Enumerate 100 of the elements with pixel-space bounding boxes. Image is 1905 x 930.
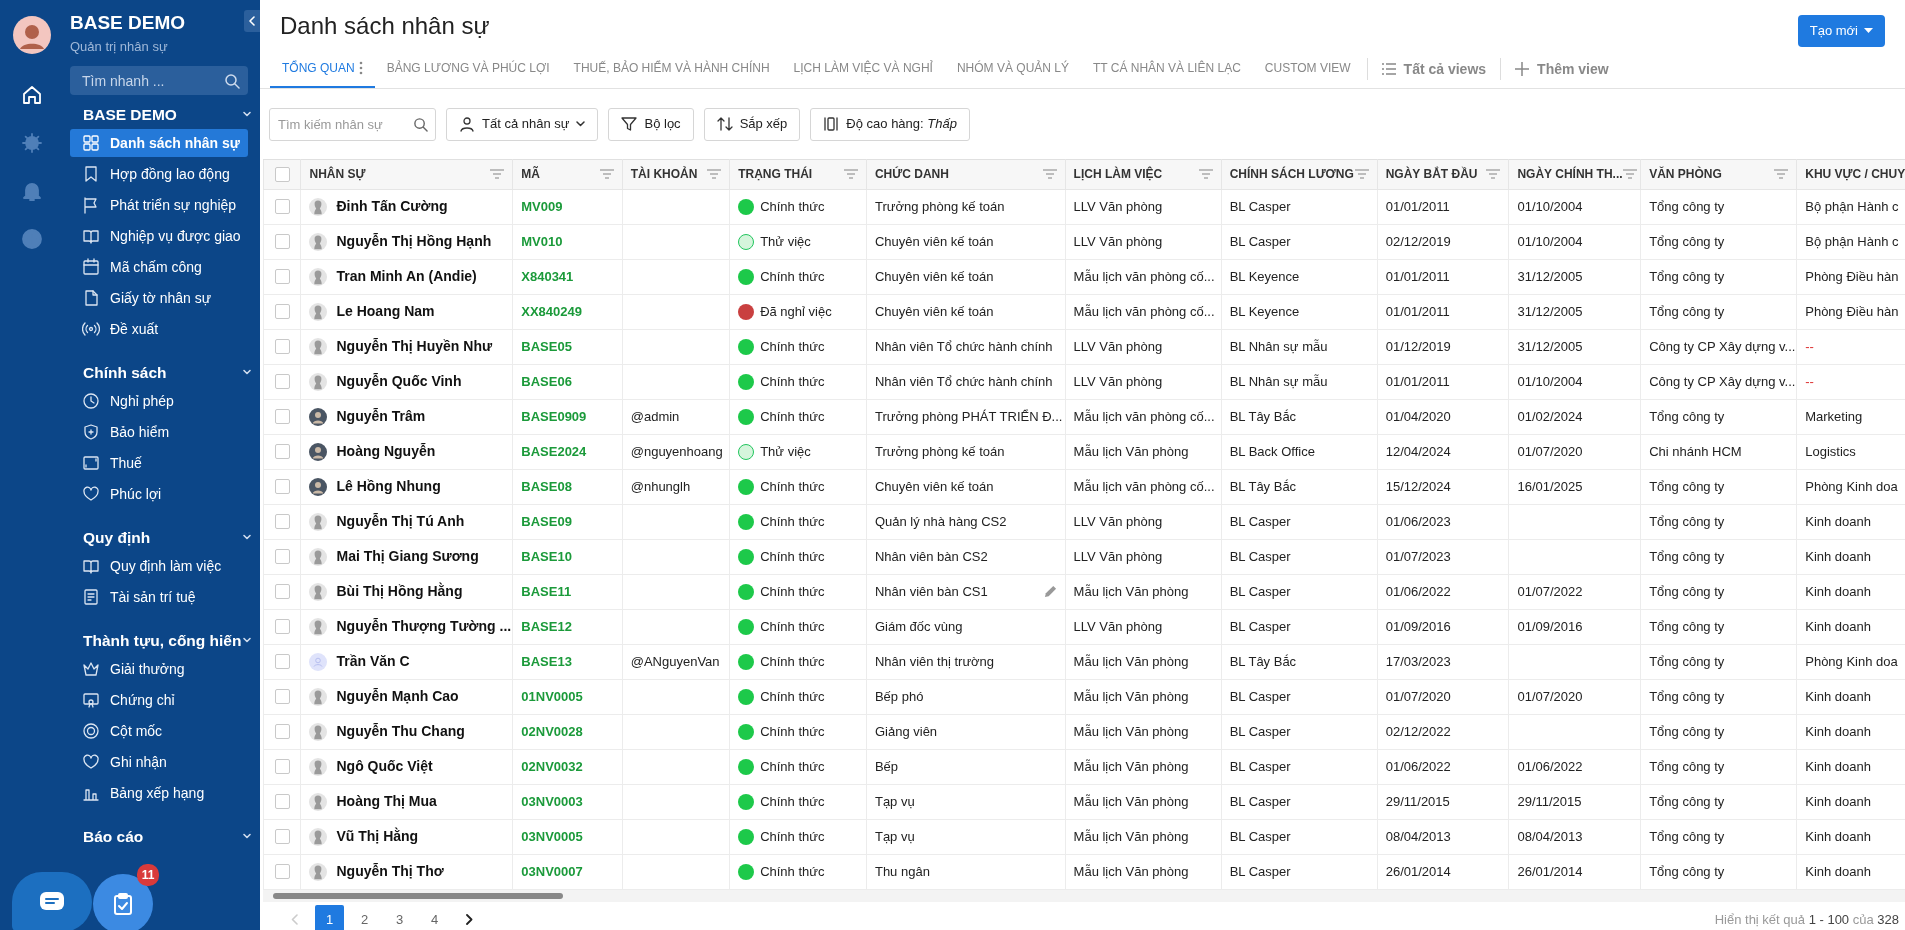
page-button[interactable]: 3 [385,905,414,930]
row-checkbox[interactable] [274,514,290,529]
sidebar-item[interactable]: Đề xuất [70,315,248,344]
row-checkbox[interactable] [274,479,290,494]
sidebar-section-header[interactable]: Quy định [70,522,260,553]
sidebar-section-header[interactable]: BASE DEMO [70,99,260,130]
edit-pencil-icon[interactable] [1043,585,1057,598]
row-checkbox[interactable] [274,374,290,389]
filter-lines-icon[interactable] [1354,169,1369,179]
tab[interactable]: THUẾ, BẢO HIỂM VÀ HÀNH CHÍNH [561,50,782,88]
filter-lines-icon[interactable] [843,169,858,179]
sidebar-item[interactable]: Chứng chỉ [70,686,248,715]
page-button[interactable]: 4 [420,905,449,930]
filter-button[interactable]: Bộ lọc [608,107,694,141]
salary-policy: BL Casper [1229,688,1291,704]
row-checkbox[interactable] [274,234,290,249]
sidebar-item[interactable]: Mã chấm công [70,253,248,282]
collapse-button[interactable] [244,10,260,32]
salary-policy: BL Casper [1229,758,1291,774]
row-checkbox[interactable] [274,759,290,774]
employee-code: BASE06 [521,373,572,389]
row-checkbox[interactable] [274,724,290,739]
sidebar-item[interactable]: Hợp đồng lao động [70,160,248,189]
sidebar-item[interactable]: Quy định làm việc [70,552,248,581]
sidebar-item[interactable]: Nghiệp vụ được giao [70,222,248,251]
all-views-link[interactable]: Tất cả views [1371,58,1497,80]
sidebar-item[interactable]: Cột mốc [70,717,248,746]
row-checkbox[interactable] [274,689,290,704]
filter-lines-icon[interactable] [599,169,614,179]
row-checkbox[interactable] [274,199,290,214]
quick-search-field[interactable]: Tìm nhanh ... [70,66,248,96]
sort-button[interactable]: Sắp xếp [703,107,801,141]
row-checkbox[interactable] [274,794,290,809]
page-title: Danh sách nhân sự [280,12,490,41]
work-schedule: Mẫu lịch văn phòng cố... [1073,303,1215,319]
create-button[interactable]: Tạo mới [1797,15,1885,47]
row-checkbox[interactable] [274,409,290,424]
job-title: Chuyên viên kế toán [874,302,994,321]
filter-lines-icon[interactable] [490,169,505,179]
avatar-icon [12,16,51,54]
page-button[interactable]: 2 [350,905,379,930]
row-checkbox[interactable] [274,654,290,669]
tab[interactable]: CUSTOM VIEW [1252,50,1363,88]
status-text: Chính thức [760,267,825,286]
bell-icon[interactable] [20,180,43,202]
official-date: 31/12/2005 [1517,268,1583,284]
filter-lines-icon[interactable] [1486,169,1501,179]
sidebar-section-header[interactable]: Báo cáo [70,821,260,852]
sidebar-item[interactable]: Thuế [70,449,248,478]
row-checkbox[interactable] [274,549,290,564]
row-checkbox[interactable] [274,304,290,319]
sidebar-item[interactable]: Phúc lợi [70,480,248,509]
page-button[interactable]: 1 [315,905,344,930]
tab[interactable]: BẢNG LƯƠNG VÀ PHÚC LỢI [374,50,562,88]
job-title: Bếp phó [874,687,924,706]
sidebar-item[interactable]: Giải thưởng [70,655,248,684]
chat-button[interactable] [12,872,92,930]
filter-lines-icon[interactable] [1042,169,1057,179]
sidebar-section-header[interactable]: Chính sách [70,357,260,388]
select-all-checkbox[interactable] [274,166,290,182]
sidebar-item[interactable]: Bảng xếp hạng [70,779,248,808]
sidebar-item[interactable]: Danh sách nhân sự [70,129,248,158]
home-icon[interactable] [20,84,43,106]
start-date: 01/01/2011 [1385,373,1450,389]
employee-search-field[interactable]: Tìm kiếm nhân sự [269,107,436,141]
tab[interactable]: LỊCH LÀM VIỆC VÀ NGHỈ [781,50,945,88]
add-view-link[interactable]: Thêm view [1505,58,1619,80]
employee-code: 02NV0028 [521,723,583,739]
tab[interactable]: TT CÁ NHÂN VÀ LIÊN LẠC [1081,50,1253,88]
employee-name: Nguyễn Thu Chang [336,722,465,741]
row-checkbox[interactable] [274,269,290,284]
row-checkbox[interactable] [274,444,290,459]
sidebar-item[interactable]: Phát triển sự nghiệp [70,191,248,220]
tab[interactable]: TỔNG QUAN [270,50,375,88]
chat-icon [39,891,65,913]
row-checkbox[interactable] [274,864,290,879]
area-name: Logistics [1805,443,1856,459]
employee-scope-dropdown[interactable]: Tất cả nhân sự [446,107,599,141]
sidebar-item[interactable]: Bảo hiểm [70,418,248,447]
sidebar-item[interactable]: Nghỉ phép [70,387,248,416]
tab[interactable]: NHÓM VÀ QUẢN LÝ [944,50,1081,88]
official-date: 16/01/2025 [1517,478,1583,494]
row-height-button[interactable]: Độ cao hàng: Thấp [810,107,970,141]
filter-lines-icon[interactable] [1774,169,1789,179]
row-checkbox[interactable] [274,584,290,599]
start-date: 01/01/2011 [1385,303,1450,319]
row-checkbox[interactable] [274,339,290,354]
work-schedule: Mẫu lịch Văn phòng [1073,653,1189,669]
office-name: Tổng công ty [1649,653,1725,669]
row-checkbox[interactable] [274,829,290,844]
filter-lines-icon[interactable] [707,169,722,179]
book-icon [82,227,100,246]
filter-lines-icon[interactable] [1622,169,1637,179]
sidebar-item[interactable]: Ghi nhận [70,748,248,777]
sidebar-item[interactable]: Tài sản trí tuệ [70,583,248,612]
row-checkbox[interactable] [274,619,290,634]
sidebar-section-header[interactable]: Thành tựu, cống hiến [70,625,260,656]
sidebar-item[interactable]: Giấy tờ nhân sự [70,284,248,313]
filter-lines-icon[interactable] [1198,169,1213,179]
employee-name: Nguyễn Quốc Vinh [336,372,462,391]
